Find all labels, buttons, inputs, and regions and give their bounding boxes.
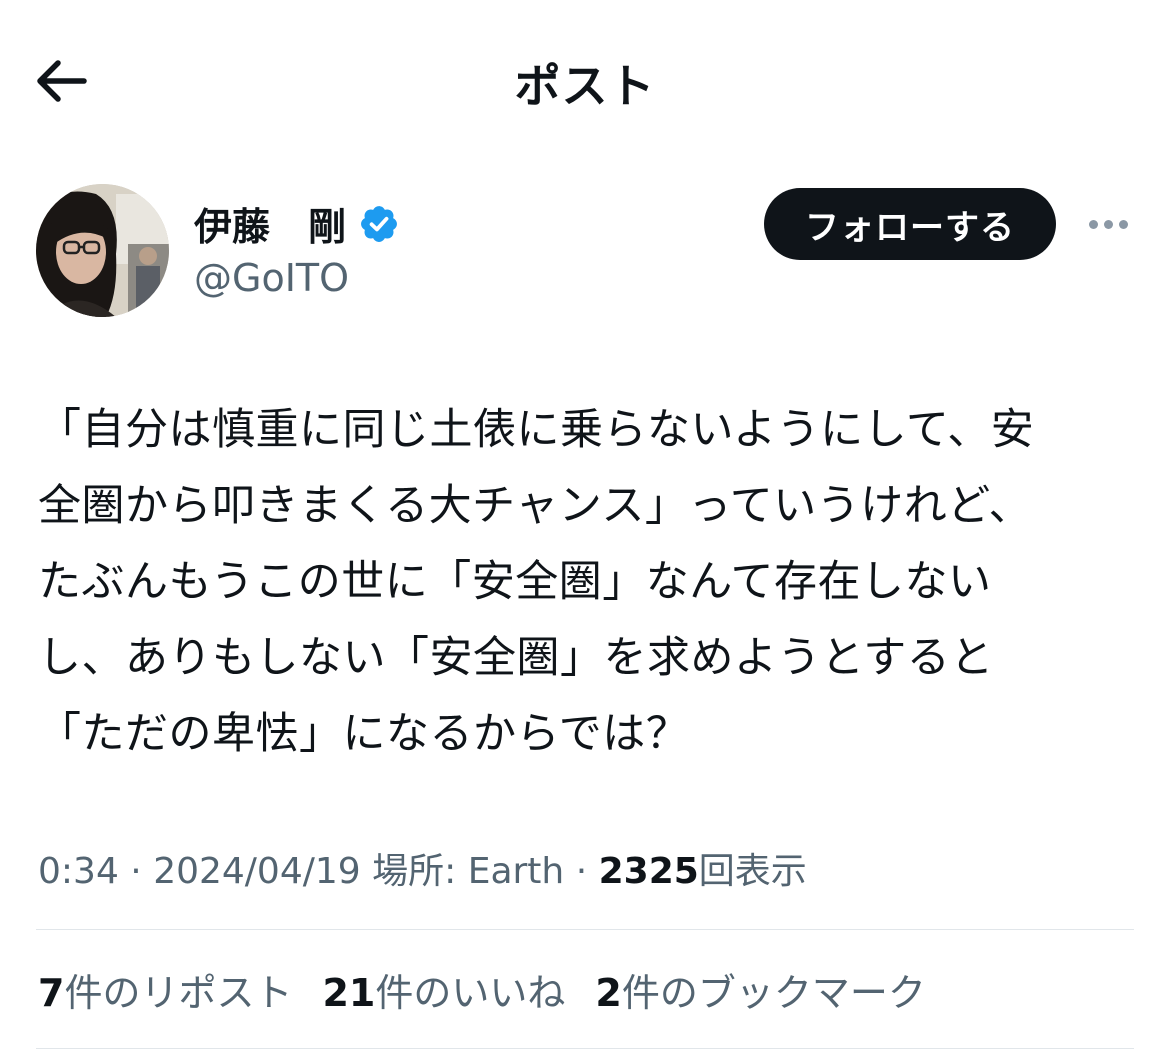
tweet-text-line: 全圏から叩きまくる大チャンス」っていうけれど、: [38, 481, 1033, 531]
post-location: 場所: Earth: [360, 851, 565, 892]
avatar-image: [36, 184, 169, 317]
follow-button[interactable]: フォローする: [764, 188, 1056, 260]
author-handle[interactable]: @GoITO: [194, 256, 349, 300]
tweet-metadata: 0:34 · 2024/04/19 場所: Earth · 2325 回表示: [38, 842, 807, 894]
like-label: 件のいいね: [375, 971, 566, 1015]
tweet-text-line: し、ありもしない「安全圏」を求めようとすると: [38, 633, 994, 683]
repost-count: 7: [38, 971, 65, 1015]
repost-count-link[interactable]: 7 件のリポスト: [38, 962, 292, 1017]
avatar[interactable]: [36, 184, 169, 317]
repost-label: 件のリポスト: [64, 971, 293, 1015]
tweet-text-line: たぶんもうこの世に「安全圏」なんて存在しない: [38, 557, 992, 607]
tweet-text: 「自分は慎重に同じ土俵に乗らないようにして、安 全圏から叩きまくる大チャンス」っ…: [38, 392, 1138, 772]
post-time[interactable]: 0:34: [38, 851, 119, 892]
like-count-link[interactable]: 21 件のいいね: [322, 962, 565, 1017]
more-options-button[interactable]: [1082, 206, 1134, 242]
divider: [36, 1048, 1134, 1049]
tweet-text-line: 「ただの卑怯」になるからでは？: [38, 709, 690, 759]
meta-separator: ·: [118, 851, 154, 892]
verified-badge-icon: [361, 205, 397, 242]
view-count-label: 回表示: [698, 851, 807, 892]
more-horizontal-icon: [1118, 219, 1128, 229]
more-horizontal-icon: [1088, 219, 1098, 229]
post-detail-screen: ポスト 伊藤 剛 @GoITO フォローする 「自分は慎重に同じ土俵に乗らないよ…: [0, 0, 1170, 1059]
bookmark-label: 件のブックマーク: [621, 971, 926, 1015]
bookmark-count-link[interactable]: 2 件のブックマーク: [595, 962, 925, 1017]
like-count: 21: [322, 971, 376, 1015]
meta-separator: ·: [564, 851, 599, 892]
bookmark-count: 2: [595, 971, 622, 1015]
divider: [36, 929, 1134, 930]
view-count: 2325: [598, 851, 699, 892]
engagement-stats: 7 件のリポスト 21 件のいいね 2 件のブックマーク: [38, 962, 956, 1017]
author-name[interactable]: 伊藤 剛: [194, 196, 400, 251]
more-horizontal-icon: [1103, 219, 1113, 229]
author-name-text: 伊藤 剛: [194, 205, 347, 249]
page-title: ポスト: [514, 59, 656, 113]
tweet-text-line: 「自分は慎重に同じ土俵に乗らないようにして、安: [38, 405, 1035, 455]
post-date[interactable]: 2024/04/19: [153, 851, 361, 892]
